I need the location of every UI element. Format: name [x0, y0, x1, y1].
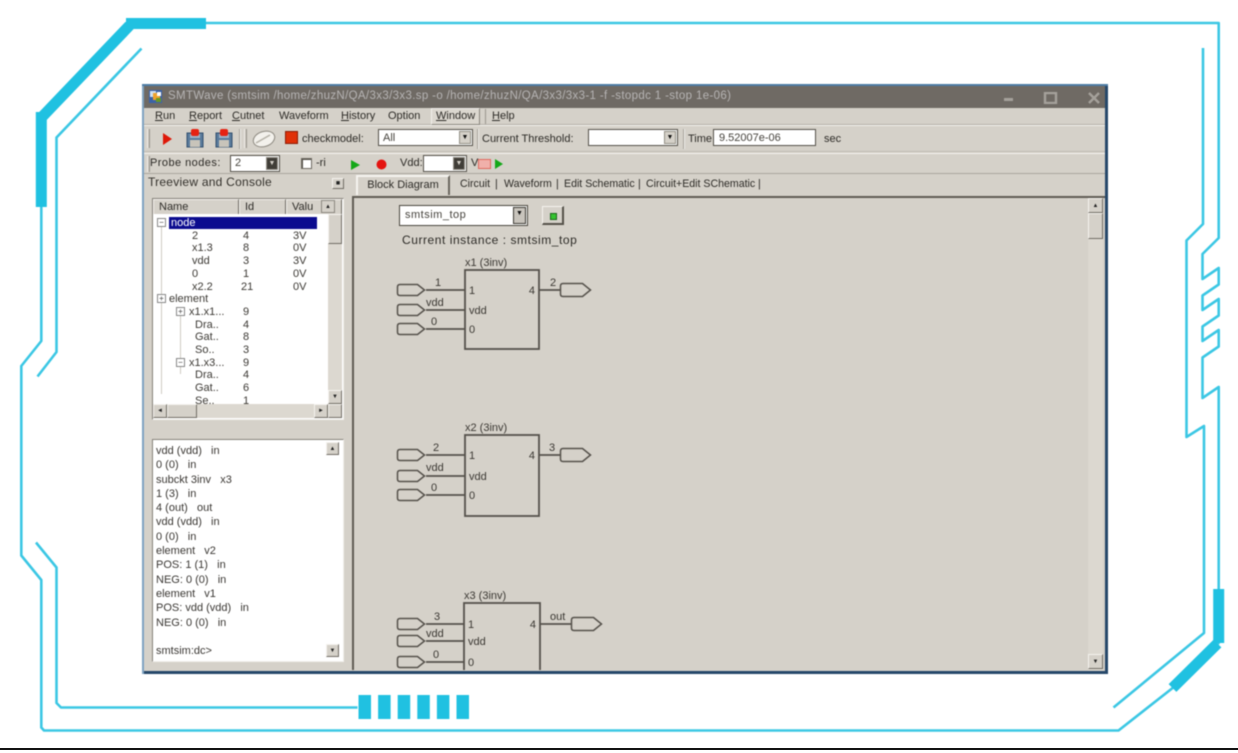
svg-text:vdd: vdd	[468, 636, 486, 648]
svg-text:out: out	[550, 611, 565, 623]
svg-text:0: 0	[431, 482, 437, 494]
svg-text:3: 3	[434, 611, 440, 623]
svg-text:4: 4	[529, 450, 535, 462]
svg-text:0: 0	[469, 324, 475, 336]
svg-text:x3 (3inv): x3 (3inv)	[464, 590, 506, 602]
svg-text:0: 0	[433, 649, 439, 661]
svg-text:0: 0	[468, 657, 474, 669]
svg-text:1: 1	[468, 619, 474, 631]
svg-text:2: 2	[433, 442, 439, 454]
svg-text:4: 4	[529, 285, 535, 297]
svg-text:3: 3	[549, 442, 555, 454]
svg-text:x1 (3inv): x1 (3inv)	[465, 257, 507, 269]
svg-text:vdd: vdd	[469, 305, 487, 317]
svg-text:1: 1	[435, 277, 441, 289]
svg-text:1: 1	[469, 450, 475, 462]
svg-text:0: 0	[431, 316, 437, 328]
svg-text:vdd: vdd	[469, 471, 487, 483]
svg-text:vdd: vdd	[426, 628, 444, 640]
svg-text:4: 4	[530, 619, 536, 631]
svg-text:vdd: vdd	[426, 462, 444, 474]
svg-text:2: 2	[550, 277, 556, 289]
svg-text:vdd: vdd	[426, 297, 444, 309]
svg-text:x2 (3inv): x2 (3inv)	[465, 422, 507, 434]
svg-text:1: 1	[469, 285, 475, 297]
svg-text:0: 0	[469, 490, 475, 502]
